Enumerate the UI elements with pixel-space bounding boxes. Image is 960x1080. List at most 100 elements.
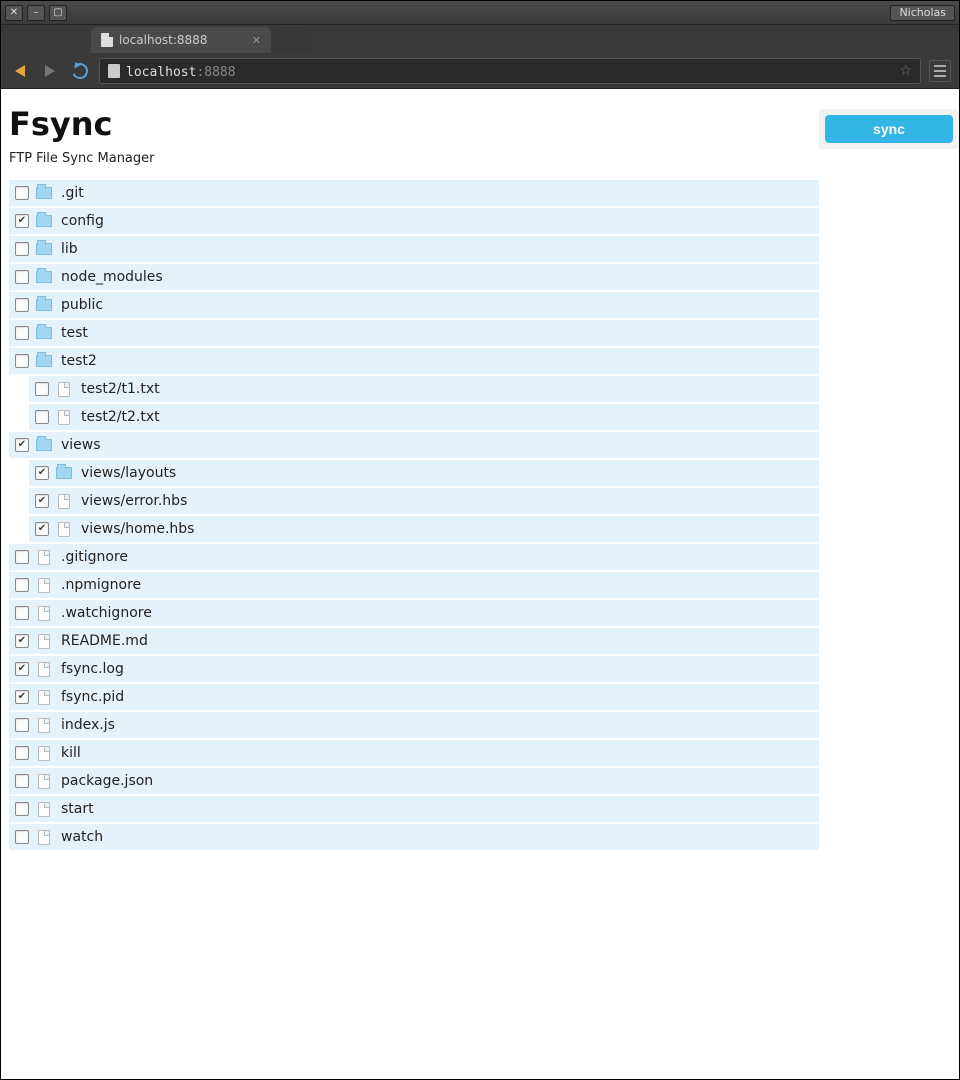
window-minimize-button[interactable]: – [27, 5, 45, 21]
back-button[interactable] [9, 60, 31, 82]
bookmark-star-icon[interactable]: ☆ [899, 63, 912, 79]
tree-row-label: test2/t1.txt [79, 381, 160, 397]
reload-button[interactable] [69, 60, 91, 82]
tree-row-label: views/home.hbs [79, 521, 194, 537]
checkbox[interactable] [15, 746, 29, 760]
checkbox[interactable] [15, 326, 29, 340]
new-tab-button[interactable] [273, 27, 313, 53]
checkbox[interactable] [15, 634, 29, 648]
tree-row-label: views [59, 437, 101, 453]
tree-row-label: test2 [59, 353, 97, 369]
tree-row[interactable]: test2/t2.txt [29, 404, 819, 432]
checkbox[interactable] [35, 410, 49, 424]
session-user-label[interactable]: Nicholas [890, 5, 955, 21]
folder-icon [36, 439, 52, 451]
checkbox[interactable] [15, 214, 29, 228]
checkbox[interactable] [15, 690, 29, 704]
tree-row[interactable]: README.md [9, 628, 819, 656]
tree-row[interactable]: .git [9, 180, 819, 208]
tree-row-label: index.js [59, 717, 115, 733]
file-icon [38, 746, 50, 761]
tree-row[interactable]: .gitignore [9, 544, 819, 572]
tree-row[interactable]: views/error.hbs [29, 488, 819, 516]
checkbox[interactable] [15, 802, 29, 816]
window-maximize-button[interactable]: ▢ [49, 5, 67, 21]
tree-row[interactable]: lib [9, 236, 819, 264]
tree-row[interactable]: test [9, 320, 819, 348]
tree-row-label: kill [59, 745, 81, 761]
checkbox[interactable] [15, 830, 29, 844]
tree-row[interactable]: start [9, 796, 819, 824]
tree-row-label: views/error.hbs [79, 493, 187, 509]
tree-row-label: .watchignore [59, 605, 152, 621]
tree-row-label: .gitignore [59, 549, 128, 565]
tree-row-label: .npmignore [59, 577, 141, 593]
tree-row[interactable]: kill [9, 740, 819, 768]
file-icon [58, 382, 70, 397]
file-icon [38, 802, 50, 817]
page-icon [101, 33, 113, 47]
tab-close-icon[interactable]: ✕ [252, 34, 261, 47]
tree-row[interactable]: watch [9, 824, 819, 852]
browser-menu-button[interactable] [929, 60, 951, 82]
reload-icon [70, 60, 91, 81]
tree-row[interactable]: fsync.log [9, 656, 819, 684]
folder-icon [36, 187, 52, 199]
window-close-button[interactable]: ✕ [5, 5, 23, 21]
folder-icon [56, 467, 72, 479]
os-window: ✕ – ▢ Nicholas localhost:8888 ✕ localhos… [0, 0, 960, 1080]
folder-icon [36, 271, 52, 283]
checkbox[interactable] [15, 354, 29, 368]
checkbox[interactable] [15, 298, 29, 312]
tree-row[interactable]: .npmignore [9, 572, 819, 600]
tree-row[interactable]: node_modules [9, 264, 819, 292]
tree-row[interactable]: public [9, 292, 819, 320]
tree-row-label: public [59, 297, 103, 313]
tree-row-label: README.md [59, 633, 148, 649]
checkbox[interactable] [15, 438, 29, 452]
tree-row[interactable]: views/home.hbs [29, 516, 819, 544]
tree-row[interactable]: package.json [9, 768, 819, 796]
file-tree: .gitconfig lib node_modulespublic test test2… [9, 180, 819, 852]
checkbox[interactable] [15, 578, 29, 592]
file-icon [58, 410, 70, 425]
browser-toolbar: localhost:8888 ☆ [1, 53, 959, 89]
checkbox[interactable] [35, 466, 49, 480]
tree-row-label: views/layouts [79, 465, 176, 481]
checkbox[interactable] [35, 382, 49, 396]
checkbox[interactable] [15, 718, 29, 732]
browser-tab-active[interactable]: localhost:8888 ✕ [91, 27, 271, 53]
checkbox[interactable] [15, 270, 29, 284]
tree-row-label: lib [59, 241, 78, 257]
file-icon [38, 578, 50, 593]
checkbox[interactable] [15, 774, 29, 788]
checkbox[interactable] [15, 242, 29, 256]
checkbox[interactable] [35, 522, 49, 536]
file-icon [38, 690, 50, 705]
forward-button[interactable] [39, 60, 61, 82]
tree-row-label: fsync.log [59, 661, 124, 677]
folder-icon [36, 327, 52, 339]
tree-row[interactable]: .watchignore [9, 600, 819, 628]
file-icon [38, 662, 50, 677]
tree-row[interactable]: views/layouts [29, 460, 819, 488]
file-icon [38, 830, 50, 845]
page-content: Fsync FTP File Sync Manager .gitconfigli… [1, 89, 959, 1079]
tree-row[interactable]: index.js [9, 712, 819, 740]
tree-row-label: package.json [59, 773, 153, 789]
checkbox[interactable] [15, 186, 29, 200]
checkbox[interactable] [15, 606, 29, 620]
tree-row[interactable]: fsync.pid [9, 684, 819, 712]
file-icon [38, 550, 50, 565]
tree-row[interactable]: test2/t1.txt [29, 376, 819, 404]
checkbox[interactable] [15, 662, 29, 676]
checkbox[interactable] [35, 494, 49, 508]
tree-row[interactable]: views [9, 432, 819, 460]
folder-icon [36, 299, 52, 311]
tree-row[interactable]: config [9, 208, 819, 236]
address-bar[interactable]: localhost:8888 ☆ [99, 58, 921, 84]
sync-button[interactable]: sync [825, 115, 953, 143]
tree-row[interactable]: test2 [9, 348, 819, 376]
file-icon [38, 634, 50, 649]
checkbox[interactable] [15, 550, 29, 564]
